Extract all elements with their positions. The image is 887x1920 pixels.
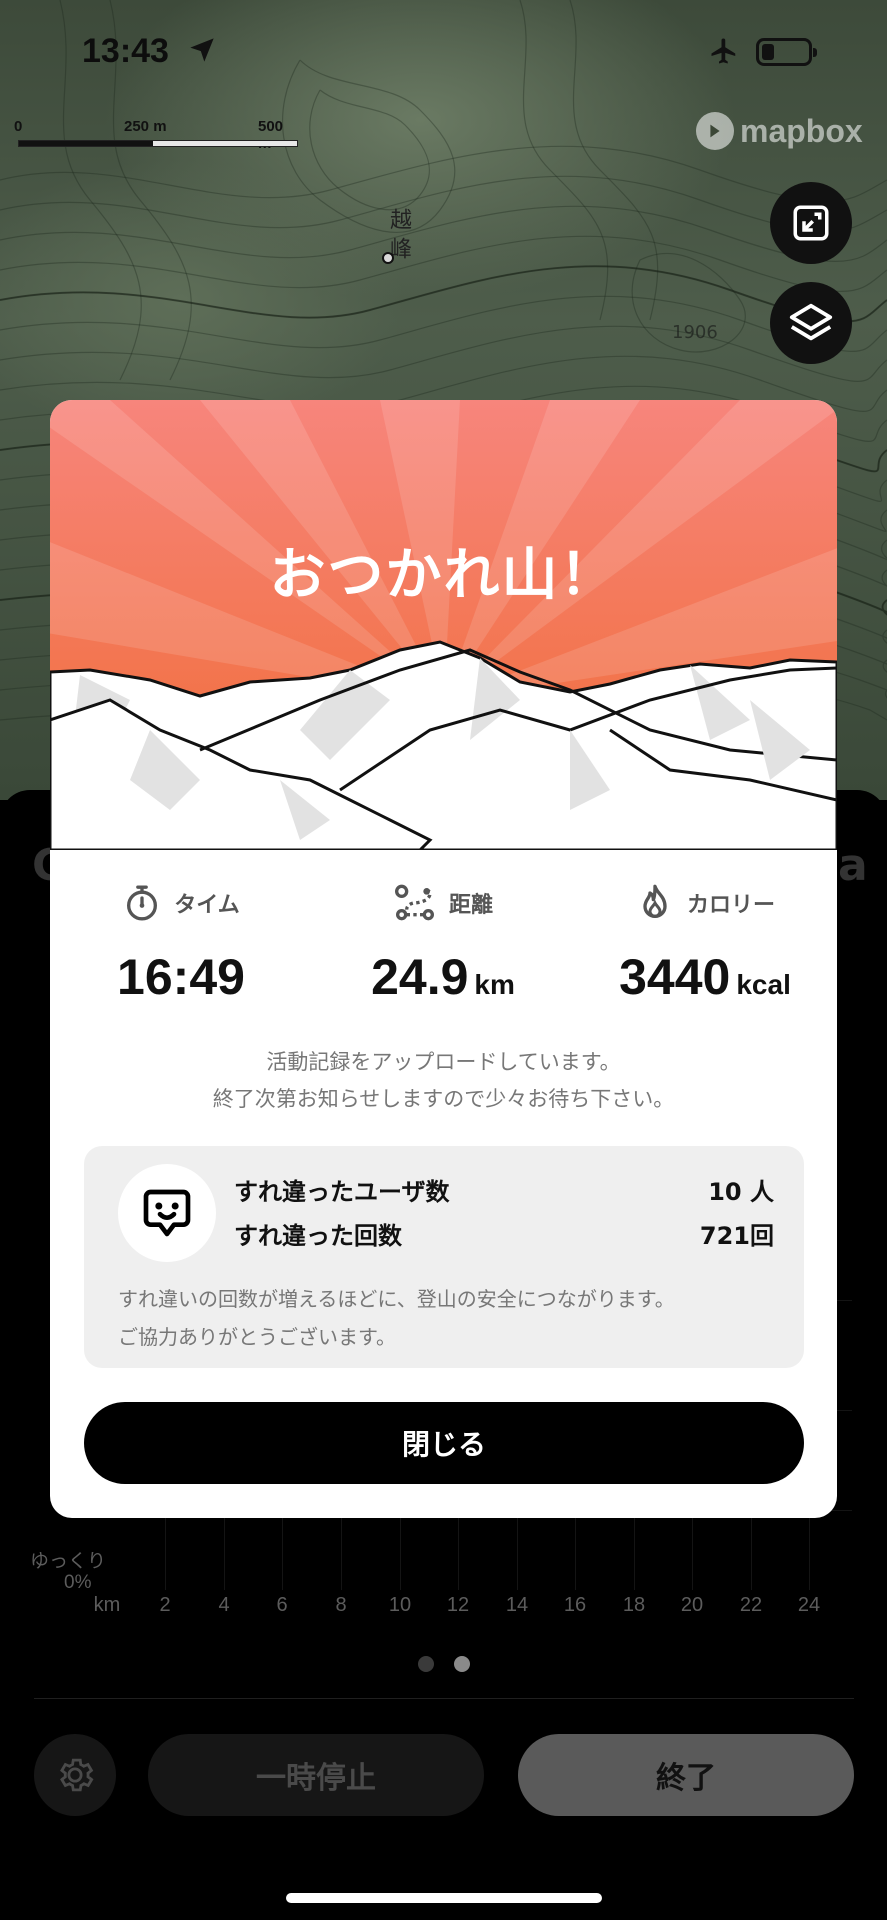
divider [34,1698,854,1699]
encounter-users-value: 10 人 [708,1178,774,1206]
x-tick: 22 [739,1594,763,1616]
sheet-edge-glyph-right: a [838,840,868,891]
x-tick: 14 [505,1594,529,1616]
scale-label-0: 0 [14,118,23,135]
upload-message-line-1: 活動記録をアップロードしています。 [266,1050,621,1074]
stat-distance-label: 距離 [448,893,493,918]
stats-row: タイム 16:49 距離 24.9 km カロリー 3440 kcal [50,880,837,1010]
encounter-users-row: すれ違ったユーザ数 10 人 [234,1172,774,1207]
encounter-info-box: すれ違ったユーザ数 10 人 すれ違った回数 721回 すれ違いの回数が増えるほ… [84,1146,804,1368]
x-tick: 8 [335,1594,347,1616]
location-arrow-icon [190,38,214,62]
mapbox-mark-icon [696,112,734,150]
hero-illustration [50,400,837,850]
completion-dialog: おつかれ山！ タイム 16:49 距離 24.9 km カロリー 3440 kc… [50,400,837,1518]
x-tick: 18 [622,1594,646,1616]
stat-time-label: タイム [174,893,240,918]
smiling-speech-bubble-icon [143,1189,191,1237]
x-tick: 12 [446,1594,470,1616]
fullscreen-exit-icon [793,205,829,241]
settings-button[interactable] [34,1734,116,1816]
stat-calorie: カロリー 3440 kcal [574,880,836,1006]
home-indicator[interactable] [286,1893,602,1903]
x-tick: 10 [388,1594,412,1616]
pause-button[interactable]: 一時停止 [148,1734,484,1816]
upload-message-line-2: 終了次第お知らせしますので少々お待ち下さい。 [212,1087,675,1111]
peak-marker-icon [382,252,394,264]
dialog-title: おつかれ山！ [269,543,618,608]
x-tick: 24 [797,1594,821,1616]
page-dot-active[interactable] [453,1656,470,1672]
x-tick: 2 [159,1594,171,1616]
stopwatch-icon [127,885,158,921]
flame-icon [643,884,667,918]
airplane-icon [711,38,736,64]
stat-calorie-label: カロリー [686,893,775,918]
mapbox-logo[interactable]: mapbox [696,112,863,150]
encounter-badge [118,1164,216,1262]
encounter-count-label: すれ違った回数 [234,1222,402,1250]
stat-calorie-value-row: 3440 kcal [574,948,836,1006]
page-dot[interactable] [417,1656,434,1672]
stat-calorie-value: 3440 [619,949,731,1005]
mapbox-wordmark: mapbox [740,112,863,149]
stat-distance-value-row: 24.9 km [312,948,574,1006]
encounter-note: すれ違いの回数が増えるほどに、登山の安全につながります。 ご協力ありがとうござい… [118,1280,778,1356]
battery-icon [756,38,817,66]
stat-calorie-unit: kcal [736,969,791,1000]
close-button[interactable]: 閉じる [84,1402,804,1484]
x-tick: 6 [276,1594,288,1616]
encounter-count-value: 721回 [699,1222,774,1250]
layers-button[interactable] [770,282,852,364]
stat-time-value: 16:49 [117,949,245,1005]
stat-distance-value: 24.9 [371,949,469,1005]
encounter-note-line-2: ご協力ありがとうございます。 [118,1325,396,1349]
upload-message: 活動記録をアップロードしています。 終了次第お知らせしますので少々お待ち下さい。 [50,1044,837,1118]
map-scale-bar: 0 250 m 500 m [14,118,298,152]
route-icon [394,884,434,921]
pace-slow-label: ゆっくり [30,1551,107,1572]
x-tick: 20 [680,1594,704,1616]
layers-icon [789,303,833,341]
x-tick: 16 [563,1594,587,1616]
stat-distance: 距離 24.9 km [312,880,574,1006]
gear-icon [60,1758,94,1792]
fullscreen-exit-button[interactable] [770,182,852,264]
y-axis-zero-label: 0% [64,1572,92,1593]
stat-time: タイム 16:49 [50,880,312,1006]
encounter-users-label: すれ違ったユーザ数 [234,1178,450,1206]
encounter-note-line-1: すれ違いの回数が増えるほどに、登山の安全につながります。 [118,1287,675,1311]
stat-distance-unit: km [474,969,515,1000]
elevation-label: 1906 [672,322,718,343]
status-time: 13:43 [82,32,169,70]
encounter-count-row: すれ違った回数 721回 [234,1216,774,1251]
x-axis-unit: km [93,1594,121,1616]
end-button[interactable]: 終了 [518,1734,854,1816]
page-indicator[interactable] [0,1656,887,1672]
scale-label-250: 250 m [124,118,167,135]
x-tick: 4 [218,1594,230,1616]
